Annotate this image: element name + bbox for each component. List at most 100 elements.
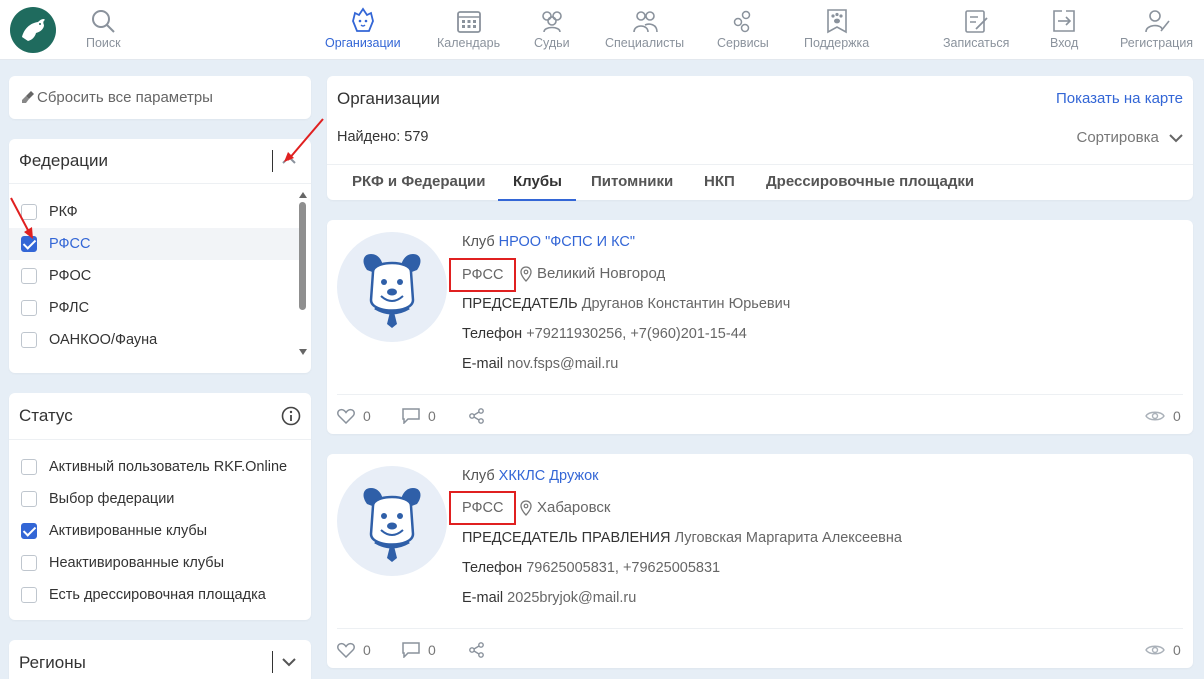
nav-judges-label: Судьи bbox=[534, 36, 570, 50]
sort-label: Сортировка bbox=[1076, 129, 1159, 146]
comment-count: 0 bbox=[428, 408, 436, 424]
federation-option-oankoo[interactable]: ОАНКОО/Фауна bbox=[9, 324, 305, 356]
club-chair: ПРЕДСЕДАТЕЛЬ Друганов Константин Юрьевич bbox=[462, 296, 790, 312]
club-avatar[interactable] bbox=[337, 232, 447, 342]
eye-icon bbox=[1145, 645, 1165, 655]
status-option-active-user[interactable]: Активный пользователь RKF.Online bbox=[9, 451, 305, 483]
federation-option-rkf[interactable]: РКФ bbox=[9, 196, 305, 228]
nav-specialists[interactable]: Специалисты bbox=[605, 0, 684, 60]
nav-search-label: Поиск bbox=[86, 36, 121, 50]
judges-icon bbox=[542, 11, 562, 33]
share-button[interactable] bbox=[468, 408, 494, 424]
edit-icon bbox=[965, 10, 988, 33]
club-name-link[interactable]: ХККЛС Дружок bbox=[499, 468, 599, 484]
checkbox[interactable] bbox=[21, 332, 37, 348]
federation-option-rfos[interactable]: РФОС bbox=[9, 260, 305, 292]
nav-organizations-label: Организации bbox=[325, 36, 401, 50]
nav-login[interactable]: Вход bbox=[1050, 0, 1078, 60]
checkbox[interactable] bbox=[21, 587, 37, 603]
reset-filters-button[interactable]: Сбросить все параметры bbox=[9, 76, 311, 119]
comment-button[interactable]: 0 bbox=[402, 642, 436, 658]
status-option-training-ground[interactable]: Есть дрессировочная площадка bbox=[9, 579, 305, 611]
status-option-activated-clubs[interactable]: Активированные клубы bbox=[9, 515, 305, 547]
tab-training-grounds[interactable]: Дрессировочные площадки bbox=[766, 173, 974, 190]
nav-support[interactable]: Поддержка bbox=[804, 0, 869, 60]
scrollbar-thumb[interactable] bbox=[299, 202, 306, 310]
phone-value: +79211930256, +7(960)201-15-44 bbox=[526, 326, 747, 342]
title-divider bbox=[272, 150, 273, 172]
nav-calendar[interactable]: Календарь bbox=[437, 0, 500, 60]
search-icon bbox=[92, 10, 116, 33]
scroll-down-arrow-icon[interactable] bbox=[299, 349, 307, 355]
nav-register-label: Регистрация bbox=[1120, 36, 1194, 50]
club-card: Клуб НРОО "ФСПС И КС" РФСС Великий Новго… bbox=[327, 220, 1193, 434]
tab-rkf-federations[interactable]: РКФ и Федерации bbox=[352, 173, 486, 190]
checkbox[interactable] bbox=[21, 268, 37, 284]
nav-register[interactable]: Регистрация bbox=[1120, 0, 1193, 60]
scroll-up-arrow-icon[interactable] bbox=[299, 192, 307, 198]
like-button[interactable]: 0 bbox=[337, 642, 371, 658]
organization-type-tabs: РКФ и Федерации Клубы Питомники НКП Дрес… bbox=[327, 164, 1193, 201]
location-pin-icon bbox=[520, 499, 532, 516]
tab-clubs[interactable]: Клубы bbox=[513, 173, 562, 190]
federation-option-rfss[interactable]: РФСС bbox=[9, 228, 305, 260]
club-city: Хабаровск bbox=[537, 499, 611, 516]
checkbox[interactable] bbox=[21, 491, 37, 507]
status-option-label: Активный пользователь RKF.Online bbox=[49, 459, 288, 475]
club-name-link[interactable]: НРОО "ФСПС И КС" bbox=[499, 234, 635, 250]
site-logo[interactable] bbox=[10, 7, 56, 53]
nav-services[interactable]: Сервисы bbox=[717, 0, 769, 60]
chair-label: ПРЕДСЕДАТЕЛЬ bbox=[462, 296, 578, 312]
regions-filter[interactable]: Регионы bbox=[9, 640, 311, 679]
share-icon bbox=[469, 642, 484, 658]
email-label: E-mail bbox=[462, 356, 504, 372]
club-avatar[interactable] bbox=[337, 466, 447, 576]
dog-mascot-icon bbox=[363, 488, 421, 562]
federation-option-label: ОАНКОО/Фауна bbox=[49, 332, 158, 348]
club-title: Клуб ХККЛС Дружок bbox=[462, 468, 598, 484]
calendar-icon bbox=[456, 11, 481, 33]
status-option-federation-choice[interactable]: Выбор федерации bbox=[9, 483, 305, 515]
email-label: E-mail bbox=[462, 590, 504, 606]
gears-icon bbox=[733, 10, 751, 33]
federations-title: Федерации bbox=[19, 151, 109, 170]
status-option-inactive-clubs[interactable]: Неактивированные клубы bbox=[9, 547, 305, 579]
info-icon[interactable] bbox=[281, 406, 301, 426]
heart-icon bbox=[337, 408, 355, 424]
club-email: E-mail 2025bryjok@mail.ru bbox=[462, 590, 636, 606]
view-count: 0 bbox=[1173, 642, 1181, 658]
federation-badge: РФСС bbox=[449, 491, 517, 525]
like-button[interactable]: 0 bbox=[337, 408, 371, 424]
sort-dropdown[interactable]: Сортировка bbox=[1077, 129, 1184, 146]
checkbox[interactable] bbox=[21, 300, 37, 316]
results-count: Найдено: 579 bbox=[337, 129, 429, 145]
federation-option-rfls[interactable]: РФЛС bbox=[9, 292, 305, 324]
nav-search[interactable]: Поиск bbox=[86, 0, 121, 60]
nav-calendar-label: Календарь bbox=[437, 36, 501, 50]
checkbox[interactable] bbox=[21, 555, 37, 571]
nav-judges[interactable]: Судьи bbox=[534, 0, 570, 60]
tab-nkp[interactable]: НКП bbox=[704, 173, 735, 190]
nav-support-label: Поддержка bbox=[804, 36, 870, 50]
club-location: Великий Новгород bbox=[520, 265, 665, 282]
card-footer-separator bbox=[337, 628, 1183, 629]
chevron-down-icon[interactable] bbox=[281, 656, 297, 668]
status-option-label: Есть дрессировочная площадка bbox=[49, 587, 266, 603]
share-button[interactable] bbox=[468, 642, 494, 658]
paw-icon bbox=[826, 9, 847, 34]
tab-kennels[interactable]: Питомники bbox=[591, 173, 673, 190]
nav-signup[interactable]: Записаться bbox=[943, 0, 1009, 60]
chair-name: Друганов Константин Юрьевич bbox=[581, 296, 791, 312]
club-location: Хабаровск bbox=[520, 499, 610, 516]
nav-organizations[interactable]: Организации bbox=[325, 0, 401, 60]
show-on-map-link[interactable]: Показать на карте bbox=[1056, 90, 1183, 107]
federation-option-label: РФОС bbox=[49, 268, 92, 284]
specialists-icon bbox=[632, 11, 658, 33]
checkbox-checked[interactable] bbox=[21, 523, 37, 539]
title-divider bbox=[272, 651, 273, 673]
phone-value: 79625005831, +79625005831 bbox=[526, 560, 721, 576]
top-navigation-bar: Поиск Организации Календарь Судьи Специа… bbox=[0, 0, 1204, 60]
checkbox[interactable] bbox=[21, 459, 37, 475]
status-option-label: Выбор федерации bbox=[49, 491, 175, 507]
comment-button[interactable]: 0 bbox=[402, 408, 436, 424]
